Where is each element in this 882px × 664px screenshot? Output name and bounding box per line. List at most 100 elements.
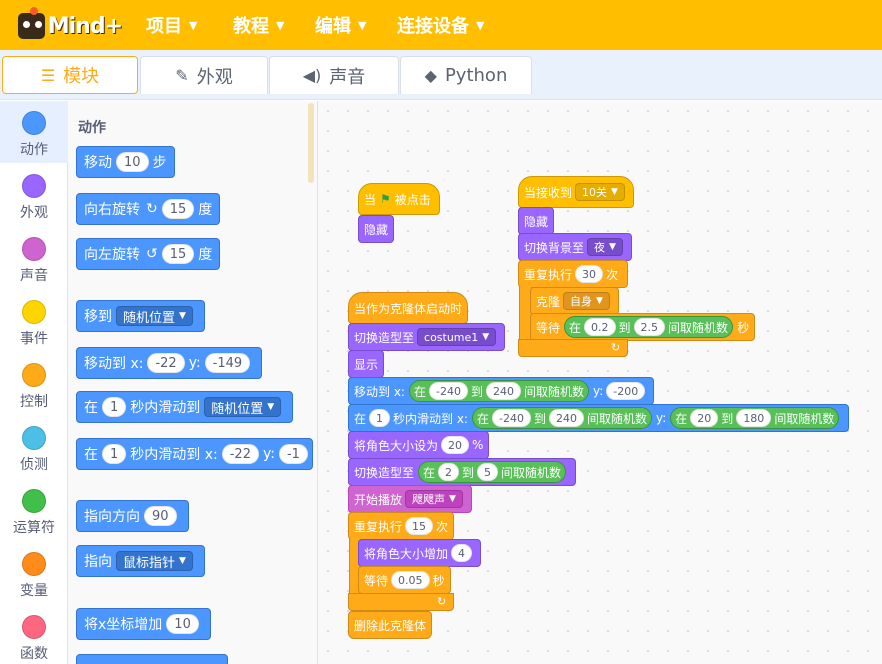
random-max-input[interactable]: 5 (477, 463, 499, 481)
category-operators[interactable]: 运算符 (0, 479, 68, 541)
glide-xy-block[interactable]: 在 1 秒内滑动到 x: -22 y: -1 (76, 438, 313, 470)
wait-seconds-input[interactable]: 0.05 (391, 571, 430, 589)
category-sound[interactable]: 声音 (0, 227, 68, 289)
direction-input[interactable]: 90 (144, 506, 177, 526)
random-max-input[interactable]: 240 (485, 382, 521, 400)
glide-xy-block[interactable]: 在 1 秒内滑动到 x: 在 -240 到 240 间取随机数 y: 在 20 … (348, 404, 850, 432)
repeat-count-input[interactable]: 30 (575, 265, 604, 283)
tab-costumes[interactable]: ✎ 外观 (140, 56, 268, 94)
x-input[interactable]: -22 (147, 353, 185, 373)
glide-target-dropdown[interactable]: 随机位置 ▼ (204, 397, 282, 417)
repeat-block[interactable]: 重复执行 30 次 (518, 260, 628, 288)
menu-connect-device[interactable]: 连接设备 ▼ (397, 0, 484, 50)
point-direction-block[interactable]: 指向方向 90 (76, 500, 189, 532)
goto-target-block[interactable]: 移到 随机位置 ▼ (76, 300, 205, 332)
random-operator[interactable]: 在 0.2 到 2.5 间取随机数 (564, 316, 734, 338)
tab-python[interactable]: ◆ Python (400, 56, 532, 94)
change-size-block[interactable]: 将角色大小增加 4 (358, 539, 482, 567)
tab-sounds[interactable]: ◀) 声音 (269, 56, 399, 94)
category-motion[interactable]: 动作 (0, 101, 68, 163)
switch-backdrop-block[interactable]: 切换背景至 夜 ▼ (518, 233, 632, 261)
y-input[interactable]: -1 (278, 444, 308, 464)
random-min-input[interactable]: 20 (690, 409, 719, 427)
turn-right-block[interactable]: 向右旋转 ↻ 15 度 (76, 193, 221, 225)
degrees-input[interactable]: 15 (161, 244, 195, 264)
random-operator[interactable]: 在 -240 到 240 间取随机数 (471, 407, 652, 429)
random-operator[interactable]: 在 2 到 5 间取随机数 (418, 461, 567, 483)
clone-target-dropdown[interactable]: 自身 ▼ (563, 292, 610, 310)
seconds-input[interactable]: 1 (369, 409, 391, 427)
category-variables[interactable]: 变量 (0, 542, 68, 604)
caret-down-icon: ▼ (611, 187, 618, 197)
menu-edit[interactable]: 编辑 ▼ (315, 0, 366, 50)
category-looks[interactable]: 外观 (0, 164, 68, 226)
functions-color-dot (22, 615, 46, 639)
palette-scrollbar[interactable] (308, 103, 314, 183)
y-input[interactable]: -200 (606, 382, 646, 400)
random-max-input[interactable]: 240 (548, 409, 584, 427)
x-change-input[interactable]: 10 (166, 614, 199, 634)
category-control[interactable]: 控制 (0, 353, 68, 415)
switch-costume-random-block[interactable]: 切换造型至 在 2 到 5 间取随机数 (348, 458, 577, 486)
random-max-input[interactable]: 2.5 (633, 318, 666, 336)
menu-project[interactable]: 项目 ▼ (146, 0, 197, 50)
rotate-counterclockwise-icon: ↺ (146, 246, 158, 262)
category-sensing[interactable]: 侦测 (0, 416, 68, 478)
seconds-input[interactable]: 1 (102, 444, 127, 464)
caret-down-icon: ▼ (189, 18, 198, 32)
y-input[interactable]: -149 (204, 353, 251, 373)
when-receive-block[interactable]: 当接收到 10关 ▼ (518, 176, 634, 208)
sound-dropdown[interactable]: 飕飕声 ▼ (405, 490, 463, 508)
set-size-block[interactable]: 将角色大小设为 20 % (348, 431, 490, 459)
random-min-input[interactable]: -240 (428, 382, 468, 400)
point-target-dropdown[interactable]: 鼠标指针 ▼ (116, 551, 193, 571)
wait-block[interactable]: 等待 0.05 秒 (358, 566, 451, 594)
caret-down-icon: ▼ (609, 242, 616, 252)
when-start-as-clone-block[interactable]: 当作为克隆体启动时 (348, 292, 468, 324)
random-min-input[interactable]: -240 (492, 409, 531, 427)
repeat-block[interactable]: 重复执行 15 次 (348, 512, 454, 540)
turn-left-block[interactable]: 向左旋转 ↺ 15 度 (76, 238, 221, 270)
switch-costume-block[interactable]: 切换造型至 costume1 ▼ (348, 323, 506, 351)
goto-xy-block[interactable]: 移动到 x: -22 y: -149 (76, 347, 263, 379)
size-change-input[interactable]: 4 (451, 544, 473, 562)
change-x-block[interactable]: 将x坐标增加 10 (76, 608, 211, 640)
size-input[interactable]: 20 (441, 436, 470, 454)
goto-xy-block[interactable]: 移动到 x: 在 -240 到 240 间取随机数 y: -200 (348, 377, 655, 405)
operators-color-dot (22, 489, 46, 513)
steps-input[interactable]: 10 (116, 152, 149, 172)
message-dropdown[interactable]: 10关 ▼ (575, 183, 625, 201)
caret-down-icon: ▼ (476, 18, 485, 32)
goto-target-dropdown[interactable]: 随机位置 ▼ (116, 306, 193, 326)
delete-clone-block[interactable]: 删除此克隆体 (348, 611, 433, 639)
when-flag-clicked-block[interactable]: 当 ⚑ 被点击 (358, 183, 440, 215)
hide-block[interactable]: 隐藏 (518, 207, 555, 235)
backdrop-dropdown[interactable]: 夜 ▼ (587, 238, 623, 256)
start-sound-block[interactable]: 开始播放 飕飕声 ▼ (348, 485, 472, 513)
seconds-input[interactable]: 1 (102, 397, 127, 417)
show-block[interactable]: 显示 (348, 350, 385, 378)
point-towards-block[interactable]: 指向 鼠标指针 ▼ (76, 545, 205, 577)
hide-block[interactable]: 隐藏 (358, 215, 395, 243)
random-min-input[interactable]: 2 (438, 463, 460, 481)
script-workspace[interactable]: 当 ⚑ 被点击 隐藏 当接收到 10关 ▼ 隐藏 切换背景至 夜 ▼ 重复执行 30… (318, 101, 882, 664)
glide-to-target-block[interactable]: 在 1 秒内滑动到 随机位置 ▼ (76, 391, 294, 423)
tab-blocks[interactable]: ☰ 模块 (2, 56, 138, 94)
create-clone-block[interactable]: 克隆 自身 ▼ (530, 287, 619, 315)
repeat-count-input[interactable]: 15 (405, 517, 434, 535)
mindplus-logo[interactable]: Mind+ (18, 7, 123, 43)
costume-dropdown[interactable]: costume1 ▼ (417, 328, 497, 346)
random-operator[interactable]: 在 20 到 180 间取随机数 (670, 407, 840, 429)
category-events[interactable]: 事件 (0, 290, 68, 352)
random-max-input[interactable]: 180 (736, 409, 772, 427)
wait-block[interactable]: 等待 在 0.2 到 2.5 间取随机数 秒 (530, 313, 756, 341)
x-input[interactable]: -22 (221, 444, 259, 464)
move-steps-block[interactable]: 移动 10 步 (76, 146, 175, 178)
random-min-input[interactable]: 0.2 (584, 318, 616, 336)
degrees-input[interactable]: 15 (161, 199, 195, 219)
category-functions[interactable]: 函数 (0, 605, 68, 664)
next-motion-block[interactable] (76, 654, 228, 664)
menu-tutorial[interactable]: 教程 ▼ (233, 0, 284, 50)
loop-arrow-icon: ↻ (611, 341, 621, 354)
random-operator[interactable]: 在 -240 到 240 间取随机数 (408, 380, 589, 402)
